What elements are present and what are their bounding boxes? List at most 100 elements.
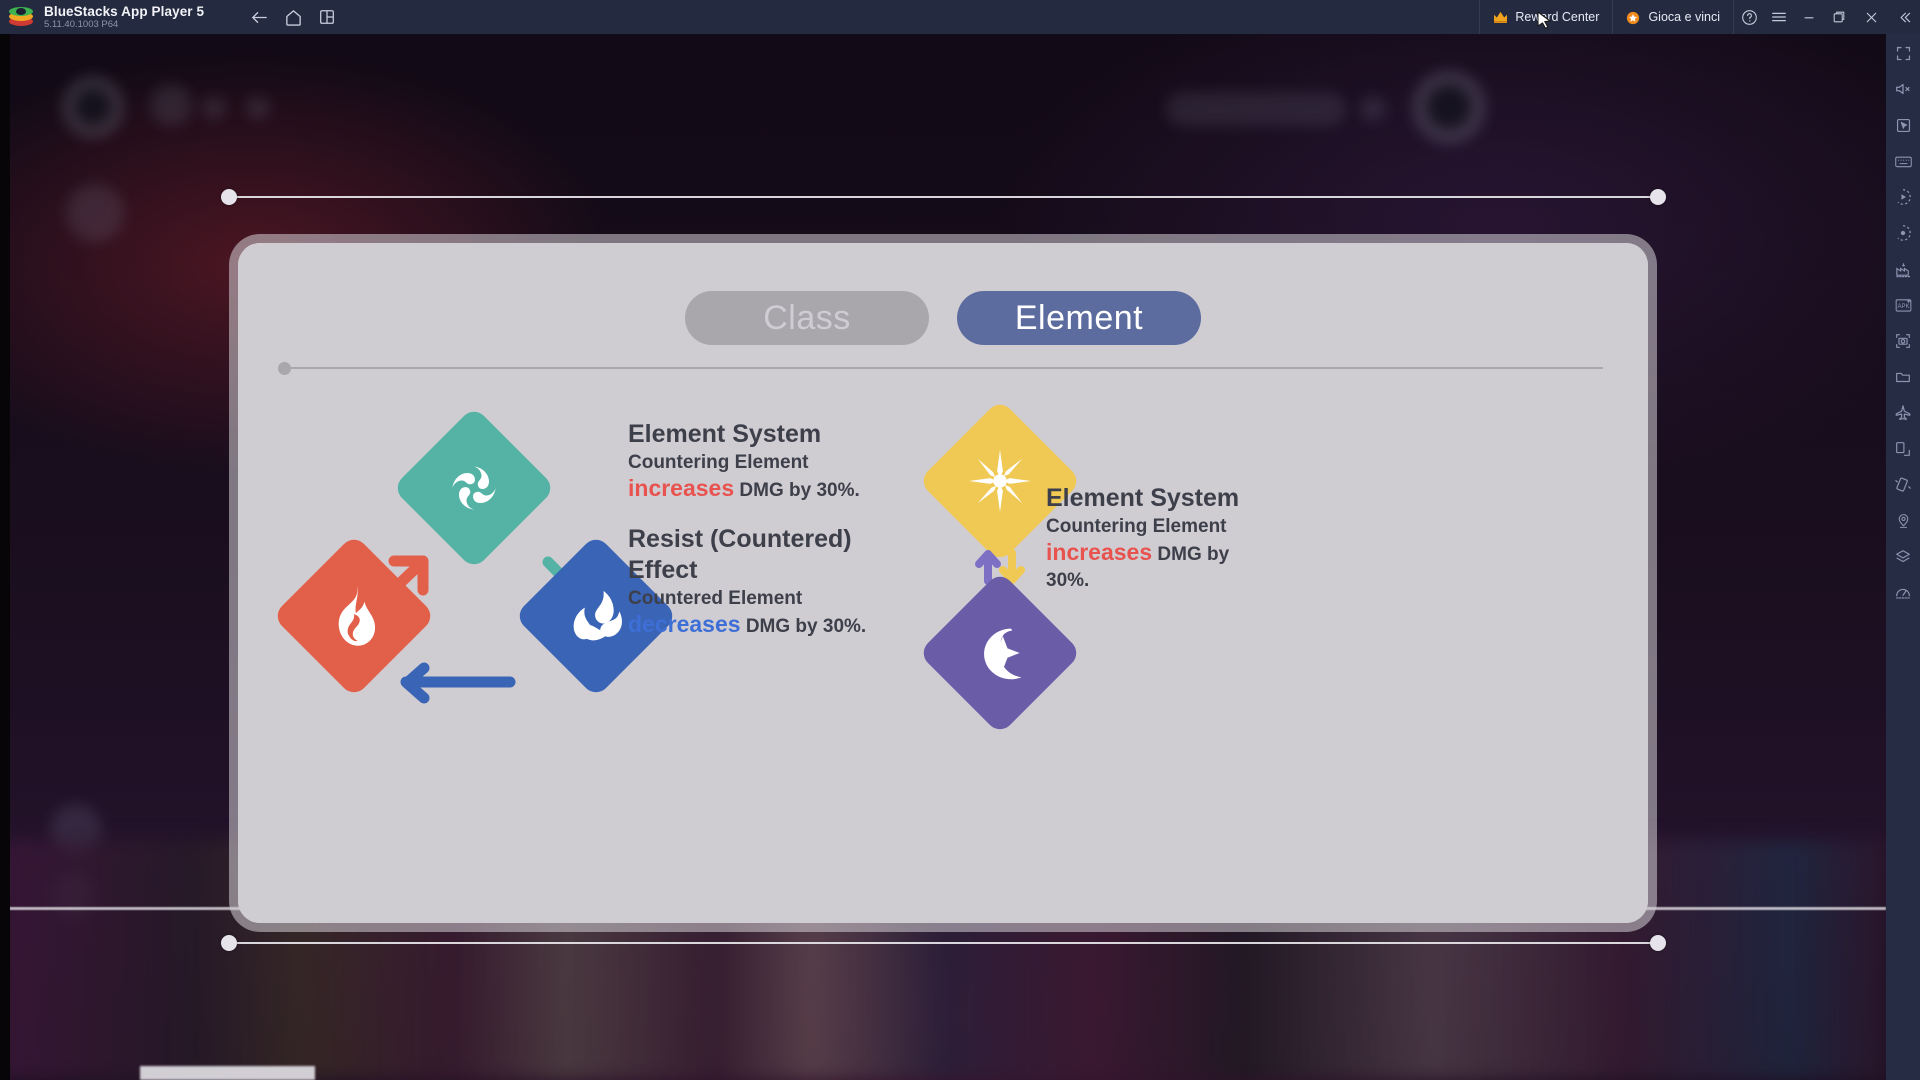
right-highlight: increases xyxy=(1046,539,1153,565)
home-button[interactable] xyxy=(276,0,310,34)
star-badge-icon xyxy=(1626,11,1641,25)
mute-button[interactable] xyxy=(1890,76,1916,102)
bg-settings-ring xyxy=(1412,70,1486,144)
right-title: Element System xyxy=(1046,484,1240,512)
center-block2-title-line1: Resist (Countered) xyxy=(628,525,852,553)
element-system-panel: Class Element Element System Countering … xyxy=(238,243,1648,923)
folder-icon xyxy=(1896,372,1910,383)
screenshot-button[interactable] xyxy=(1890,328,1916,354)
bg-hud-icon-4 xyxy=(66,184,124,242)
tab-class[interactable]: Class xyxy=(685,291,929,345)
water-droplet-icon xyxy=(573,590,622,641)
media-manager-button[interactable] xyxy=(1890,364,1916,390)
maximize-button[interactable] xyxy=(1824,0,1854,34)
layers-icon xyxy=(1896,550,1910,563)
arrow-water-to-fire xyxy=(400,662,516,704)
panel-tabs: Class Element xyxy=(238,291,1648,345)
app-title: BlueStacks App Player 5 xyxy=(44,3,205,19)
right-line: increases DMG by xyxy=(1046,539,1326,568)
close-icon xyxy=(1866,12,1876,22)
center-block1-sub: Countering Element xyxy=(628,452,809,473)
speaker-mute-icon xyxy=(1896,83,1910,95)
multi-instance-button[interactable] xyxy=(310,0,344,34)
airplane-icon xyxy=(1895,405,1911,421)
factory-icon xyxy=(1895,262,1911,277)
moon-star-icon xyxy=(984,628,1022,680)
flame-icon xyxy=(338,586,376,646)
collapse-sidebar-button[interactable] xyxy=(1888,0,1920,34)
center-block2-title-line2: Effect xyxy=(628,556,698,584)
eco-mode-button[interactable] xyxy=(1890,256,1916,282)
element-system-right-text-block: Element System Countering Element increa… xyxy=(1046,483,1326,594)
shake-button[interactable] xyxy=(1890,472,1916,498)
gioca-e-vinci-button[interactable]: Gioca e vinci xyxy=(1612,0,1733,34)
camera-icon xyxy=(1896,334,1910,348)
keyboard-icon xyxy=(1894,156,1912,167)
cursor-control-button[interactable] xyxy=(1890,112,1916,138)
back-button[interactable] xyxy=(242,0,276,34)
right-sub: Countering Element xyxy=(1046,516,1227,537)
crown-icon xyxy=(1493,11,1508,23)
script-button[interactable] xyxy=(1890,220,1916,246)
emulator-game-viewport[interactable]: Class Element Element System Countering … xyxy=(0,34,1886,1080)
minimize-icon xyxy=(1804,17,1814,19)
chevron-double-left-icon xyxy=(1900,12,1910,22)
question-circle-icon xyxy=(1741,9,1757,25)
center-block2-highlight: decreases xyxy=(628,611,741,637)
gauge-icon xyxy=(1896,588,1910,599)
performance-button[interactable] xyxy=(1890,580,1916,606)
help-button[interactable] xyxy=(1734,0,1764,34)
bg-avatar-ring xyxy=(62,76,124,138)
rotate-button[interactable] xyxy=(1890,436,1916,462)
tab-element[interactable]: Element xyxy=(957,291,1201,345)
panel-inner-surface: Class Element Element System Countering … xyxy=(238,243,1648,923)
selection-handle-top-left[interactable] xyxy=(221,189,237,205)
svg-text:APK: APK xyxy=(1897,304,1909,310)
titlebar-text-group: BlueStacks App Player 5 5.11.40.1003 P64 xyxy=(44,4,204,31)
apk-plus-icon: APK xyxy=(1895,299,1911,312)
center-block2-rest: DMG by 30%. xyxy=(740,616,867,637)
fullscreen-button[interactable] xyxy=(1890,40,1916,66)
bluestacks-logo-icon xyxy=(8,4,34,30)
mouse-cursor xyxy=(1537,11,1551,29)
selection-bottom-edge xyxy=(229,942,1658,944)
home-icon xyxy=(285,9,301,26)
airplane-mode-button[interactable] xyxy=(1890,400,1916,426)
bg-currency-bar xyxy=(1166,92,1346,126)
selection-top-edge xyxy=(229,196,1658,198)
light-dark-pair-diagram xyxy=(917,398,1083,736)
window-titlebar: BlueStacks App Player 5 5.11.40.1003 P64 xyxy=(0,0,1920,34)
minimize-button[interactable] xyxy=(1794,0,1824,34)
rotate-screen-icon xyxy=(1896,442,1910,456)
center-block1-title: Element System xyxy=(628,420,822,448)
bg-hud-icon-2 xyxy=(202,96,226,120)
install-apk-button[interactable]: APK xyxy=(1890,292,1916,318)
multi-instance-manager-button[interactable] xyxy=(1890,544,1916,570)
center-text-gap xyxy=(628,504,958,524)
close-button[interactable] xyxy=(1854,0,1888,34)
tab-element-label: Element xyxy=(1014,298,1144,337)
arrow-left-icon xyxy=(251,11,267,23)
right-rest: DMG by xyxy=(1152,544,1230,565)
element-system-text-block: Element System Countering Element increa… xyxy=(628,419,958,640)
arrow-dark-down xyxy=(999,549,1025,584)
center-block1-line: increases DMG by 30%. xyxy=(628,475,958,504)
selection-handle-bottom-right[interactable] xyxy=(1650,935,1666,951)
menu-button[interactable] xyxy=(1764,0,1794,34)
element-diamond-dark[interactable] xyxy=(917,570,1083,736)
titlebar-nav-group xyxy=(242,0,344,34)
maximize-restore-icon xyxy=(1833,11,1845,23)
selection-handle-top-right[interactable] xyxy=(1650,189,1666,205)
cursor-pointer-icon xyxy=(1896,118,1910,132)
location-button[interactable] xyxy=(1890,508,1916,534)
selection-handle-bottom-left[interactable] xyxy=(221,935,237,951)
record-dot-icon xyxy=(1897,225,1911,241)
bg-hud-icon-3 xyxy=(246,96,270,120)
gioca-e-vinci-label: Gioca e vinci xyxy=(1648,10,1720,24)
reward-center-label: Reward Center xyxy=(1515,10,1600,24)
game-controls-button[interactable] xyxy=(1890,148,1916,174)
tab-class-label: Class xyxy=(763,298,851,337)
center-block2-sub: Countered Element xyxy=(628,588,803,609)
bg-hud-icon-1 xyxy=(150,84,192,126)
macro-recorder-button[interactable] xyxy=(1890,184,1916,210)
